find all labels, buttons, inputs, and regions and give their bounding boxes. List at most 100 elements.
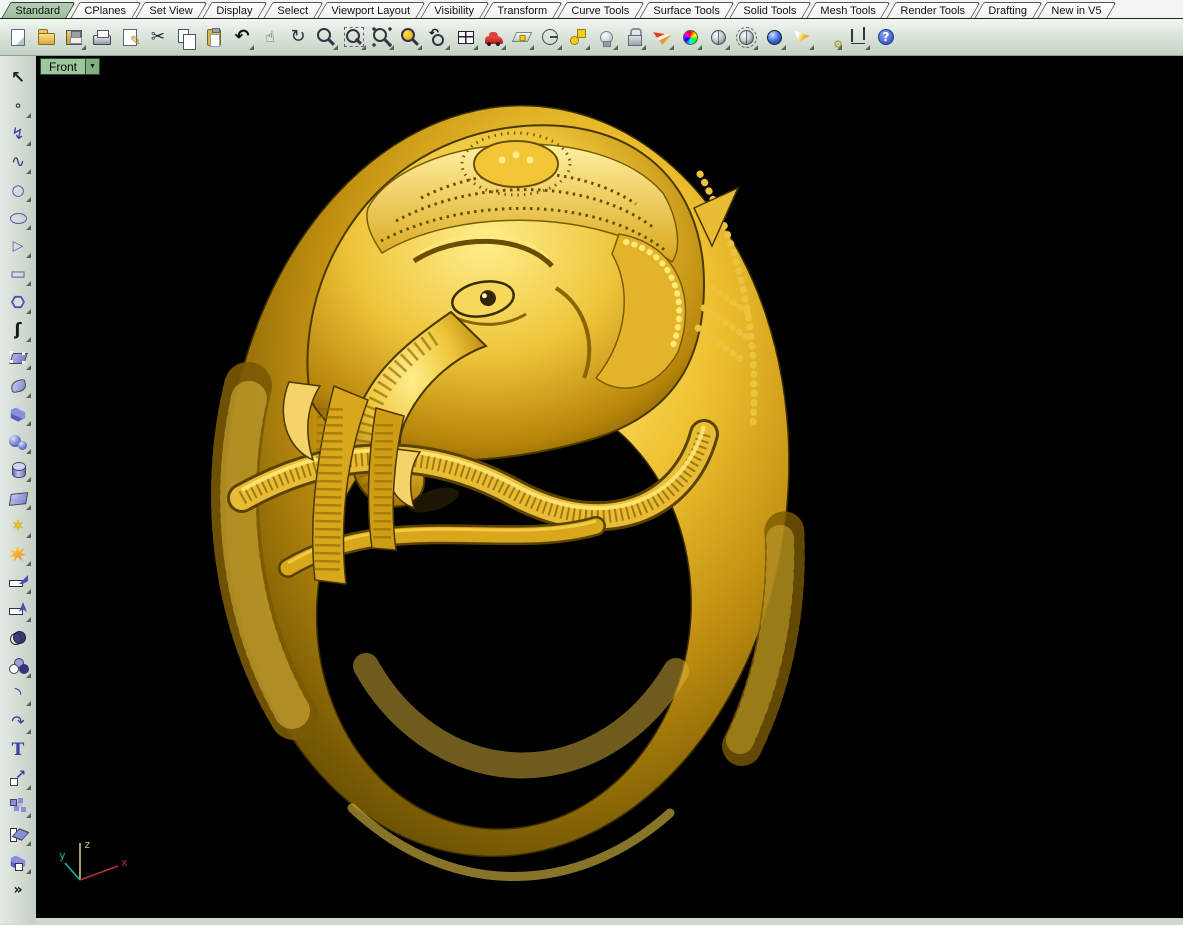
tab-surface-tools[interactable]: Surface Tools bbox=[639, 2, 735, 18]
render-preview-button[interactable] bbox=[732, 22, 760, 52]
cplane-button[interactable] bbox=[508, 22, 536, 52]
paste-button[interactable] bbox=[200, 22, 228, 52]
shaded-sphere-button[interactable] bbox=[760, 22, 788, 52]
solid-cube-button[interactable] bbox=[3, 848, 33, 876]
tab-new-in-v5[interactable]: New in V5 bbox=[1037, 2, 1116, 18]
array-button[interactable] bbox=[3, 792, 33, 820]
print-button[interactable] bbox=[88, 22, 116, 52]
undo-button[interactable]: ↶ bbox=[228, 22, 256, 52]
named-objects-icon bbox=[568, 27, 588, 47]
viewport-grid-button[interactable] bbox=[452, 22, 480, 52]
cut-icon: ✂ bbox=[148, 27, 168, 47]
x-axis-line bbox=[80, 866, 118, 880]
tab-mesh-tools[interactable]: Mesh Tools bbox=[807, 2, 892, 18]
surface-bend-button[interactable] bbox=[3, 372, 33, 400]
tab-transform[interactable]: Transform bbox=[484, 2, 563, 18]
bulb-button[interactable] bbox=[592, 22, 620, 52]
tab-select[interactable]: Select bbox=[263, 2, 323, 18]
group-button[interactable] bbox=[3, 652, 33, 680]
polygon-button[interactable] bbox=[3, 288, 33, 316]
settings-gears-button[interactable] bbox=[816, 22, 844, 52]
render-sphere-button[interactable] bbox=[704, 22, 732, 52]
cylinder-button[interactable] bbox=[3, 456, 33, 484]
box-button[interactable] bbox=[3, 400, 33, 428]
pan-hand-button[interactable]: ☝ bbox=[256, 22, 284, 52]
axis-indicator: z x y bbox=[58, 836, 138, 894]
open-folder-button[interactable] bbox=[32, 22, 60, 52]
zoom-window-button[interactable] bbox=[340, 22, 368, 52]
undo-view-button[interactable]: ↶ bbox=[424, 22, 452, 52]
point-button[interactable]: ∘ bbox=[3, 92, 33, 120]
car-icon bbox=[485, 36, 503, 44]
sphere-button[interactable] bbox=[3, 428, 33, 456]
array-icon bbox=[8, 796, 28, 816]
rectangle-button[interactable]: ▭ bbox=[3, 260, 33, 288]
color-wheel-button[interactable] bbox=[676, 22, 704, 52]
viewport-title-dropdown-arrow-icon[interactable]: ▼ bbox=[86, 58, 100, 75]
curve-button[interactable]: ∿ bbox=[3, 148, 33, 176]
ring-3d-model bbox=[36, 56, 1183, 918]
mirror-button[interactable] bbox=[3, 820, 33, 848]
zoom-dynamic-button[interactable] bbox=[312, 22, 340, 52]
boolean-star-icon: ✶ bbox=[8, 516, 28, 536]
viewport-title[interactable]: Front bbox=[40, 58, 86, 75]
more-button[interactable]: » bbox=[3, 876, 33, 904]
edit-page-button[interactable] bbox=[116, 22, 144, 52]
viewport-container: Front ▼ z x y bbox=[36, 56, 1183, 924]
main-area: ↖∘ ↯ ∿○ ▷▭ ʃ ✶ ◝↷T↗ » bbox=[0, 56, 1183, 924]
tab-cplanes[interactable]: CPlanes bbox=[70, 2, 141, 18]
copy-button[interactable] bbox=[172, 22, 200, 52]
ellipse-button[interactable] bbox=[3, 204, 33, 232]
move-button[interactable]: ↗ bbox=[3, 764, 33, 792]
text-button[interactable]: T bbox=[3, 736, 33, 764]
tab-curve-tools[interactable]: Curve Tools bbox=[557, 2, 644, 18]
car-button[interactable] bbox=[480, 22, 508, 52]
tab-visibility[interactable]: Visibility bbox=[420, 2, 489, 18]
trim-button[interactable] bbox=[3, 568, 33, 596]
boolean-star-button[interactable]: ✶ bbox=[3, 512, 33, 540]
select-button[interactable]: ↖ bbox=[3, 64, 33, 92]
zoom-extents-button[interactable] bbox=[368, 22, 396, 52]
cylinder-icon bbox=[8, 460, 28, 480]
zoom-selected-button[interactable] bbox=[396, 22, 424, 52]
tab-standard[interactable]: Standard bbox=[1, 2, 75, 18]
join-button[interactable] bbox=[3, 624, 33, 652]
freeform-button[interactable]: ʃ bbox=[3, 316, 33, 344]
render-sphere-icon bbox=[711, 30, 726, 45]
surface-points-button[interactable] bbox=[3, 344, 33, 372]
top-toolbar: ✂↶☝↻↶? bbox=[0, 19, 1183, 56]
freeform-icon: ʃ bbox=[8, 320, 28, 340]
zoom-dynamic-icon bbox=[316, 27, 336, 47]
extend-button[interactable]: ↷ bbox=[3, 708, 33, 736]
tab-render-tools[interactable]: Render Tools bbox=[886, 2, 980, 18]
spotlight-button[interactable] bbox=[788, 22, 816, 52]
rotate-view-button[interactable]: ↻ bbox=[284, 22, 312, 52]
cut-button[interactable]: ✂ bbox=[144, 22, 172, 52]
toolbar-tab-bar: StandardCPlanesSet ViewDisplaySelectView… bbox=[0, 0, 1183, 19]
viewport-front[interactable]: Front ▼ z x y bbox=[36, 56, 1183, 918]
radius-circle-button[interactable] bbox=[536, 22, 564, 52]
copy-icon bbox=[178, 29, 189, 43]
layer-wedge-button[interactable] bbox=[648, 22, 676, 52]
lock-button[interactable] bbox=[620, 22, 648, 52]
new-file-button[interactable] bbox=[4, 22, 32, 52]
tab-display[interactable]: Display bbox=[203, 2, 268, 18]
patch-button[interactable] bbox=[3, 484, 33, 512]
polyline-button[interactable]: ↯ bbox=[3, 120, 33, 148]
tab-viewport-layout[interactable]: Viewport Layout bbox=[317, 2, 425, 18]
split-button[interactable] bbox=[3, 596, 33, 624]
named-objects-button[interactable] bbox=[564, 22, 592, 52]
arc-button[interactable]: ▷ bbox=[3, 232, 33, 260]
tab-solid-tools[interactable]: Solid Tools bbox=[730, 2, 812, 18]
trim-icon bbox=[8, 572, 28, 592]
tab-set-view[interactable]: Set View bbox=[136, 2, 208, 18]
fillet-button[interactable]: ◝ bbox=[3, 680, 33, 708]
explode-button[interactable] bbox=[3, 540, 33, 568]
help-button[interactable]: ? bbox=[872, 22, 900, 52]
y-axis-line bbox=[65, 863, 80, 880]
tab-drafting[interactable]: Drafting bbox=[975, 2, 1043, 18]
polyline-icon: ↯ bbox=[8, 124, 28, 144]
circle-button[interactable]: ○ bbox=[3, 176, 33, 204]
dimension-button[interactable] bbox=[844, 22, 872, 52]
save-button[interactable] bbox=[60, 22, 88, 52]
